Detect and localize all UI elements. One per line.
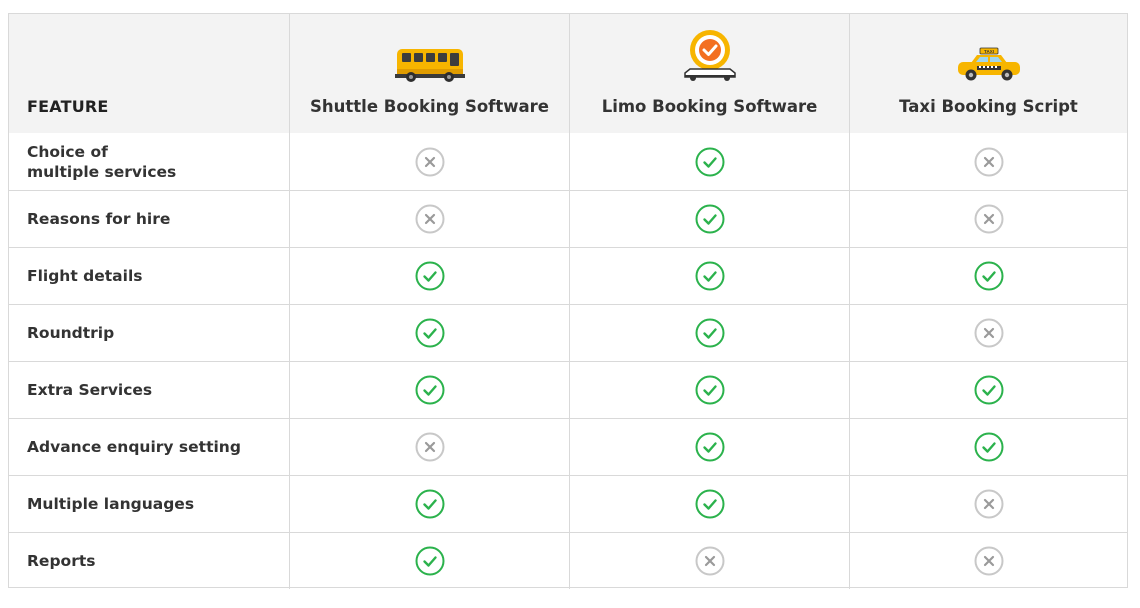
check-icon — [415, 318, 445, 348]
support-cell-shuttle — [289, 362, 569, 418]
table-row: Reports — [9, 532, 1127, 589]
support-cell-shuttle — [289, 248, 569, 304]
feature-name-cell: Reports — [9, 533, 289, 589]
table-row: Flight details — [9, 247, 1127, 304]
feature-name-cell: Roundtrip — [9, 305, 289, 361]
check-icon — [415, 489, 445, 519]
cross-icon — [415, 204, 445, 234]
support-cell-taxi — [849, 362, 1127, 418]
feature-name: Advance enquiry setting — [27, 438, 241, 456]
feature-name-cell: Advance enquiry setting — [9, 419, 289, 475]
product-title-taxi: Taxi Booking Script — [899, 97, 1078, 116]
check-icon — [695, 432, 725, 462]
cross-icon — [974, 546, 1004, 576]
cross-icon — [974, 489, 1004, 519]
feature-name: Extra Services — [27, 381, 153, 399]
table-row: Roundtrip — [9, 304, 1127, 361]
table-body: Choice of multiple services Reasons for h… — [9, 133, 1127, 589]
check-icon — [695, 318, 725, 348]
feature-name: Reports — [27, 552, 96, 570]
cross-icon — [415, 147, 445, 177]
product-title-shuttle: Shuttle Booking Software — [310, 97, 549, 116]
feature-name: Choice of multiple services — [27, 142, 177, 181]
support-cell-limo — [569, 133, 849, 190]
support-cell-shuttle — [289, 533, 569, 589]
table-header-row: FEATURE Shuttle Booking Software Limo Bo… — [9, 14, 1127, 133]
check-icon — [695, 489, 725, 519]
support-cell-limo — [569, 419, 849, 475]
feature-header-label: FEATURE — [27, 97, 109, 116]
feature-name: Multiple languages — [27, 495, 195, 513]
support-cell-shuttle — [289, 419, 569, 475]
table-row: Advance enquiry setting — [9, 418, 1127, 475]
support-cell-limo — [569, 362, 849, 418]
check-icon — [695, 147, 725, 177]
support-cell-shuttle — [289, 191, 569, 247]
check-icon — [974, 261, 1004, 291]
support-cell-taxi — [849, 419, 1127, 475]
comparison-table: FEATURE Shuttle Booking Software Limo Bo… — [8, 13, 1128, 589]
cross-icon — [974, 318, 1004, 348]
check-icon — [695, 204, 725, 234]
cross-icon — [974, 204, 1004, 234]
feature-column-header: FEATURE — [9, 14, 289, 133]
support-cell-shuttle — [289, 476, 569, 532]
support-cell-limo — [569, 305, 849, 361]
feature-name-cell: Choice of multiple services — [9, 133, 289, 190]
check-icon — [695, 261, 725, 291]
support-cell-limo — [569, 248, 849, 304]
support-cell-taxi — [849, 191, 1127, 247]
table-row: Reasons for hire — [9, 190, 1127, 247]
check-icon — [415, 261, 445, 291]
feature-name: Flight details — [27, 267, 143, 285]
shuttle-bus-icon — [394, 27, 465, 83]
cross-icon — [415, 432, 445, 462]
table-row: Multiple languages — [9, 475, 1127, 532]
check-icon — [974, 432, 1004, 462]
support-cell-shuttle — [289, 305, 569, 361]
check-icon — [974, 375, 1004, 405]
support-cell-shuttle — [289, 133, 569, 190]
support-cell-limo — [569, 476, 849, 532]
feature-name-cell: Extra Services — [9, 362, 289, 418]
product-column-header-taxi: TAXI Taxi Booking Script — [849, 14, 1127, 133]
feature-name-cell: Flight details — [9, 248, 289, 304]
table-row: Choice of multiple services — [9, 133, 1127, 190]
svg-text:TAXI: TAXI — [984, 49, 994, 54]
support-cell-taxi — [849, 248, 1127, 304]
support-cell-limo — [569, 533, 849, 589]
feature-name: Reasons for hire — [27, 210, 171, 228]
limo-check-icon — [681, 27, 739, 83]
support-cell-taxi — [849, 133, 1127, 190]
support-cell-limo — [569, 191, 849, 247]
feature-name: Roundtrip — [27, 324, 115, 342]
product-title-limo: Limo Booking Software — [601, 97, 818, 116]
check-icon — [415, 546, 445, 576]
table-row: Extra Services — [9, 361, 1127, 418]
check-icon — [695, 375, 725, 405]
product-column-header-shuttle: Shuttle Booking Software — [289, 14, 569, 133]
taxi-icon: TAXI — [955, 27, 1023, 83]
support-cell-taxi — [849, 476, 1127, 532]
cross-icon — [695, 546, 725, 576]
product-column-header-limo: Limo Booking Software — [569, 14, 849, 133]
support-cell-taxi — [849, 533, 1127, 589]
check-icon — [415, 375, 445, 405]
support-cell-taxi — [849, 305, 1127, 361]
feature-name-cell: Reasons for hire — [9, 191, 289, 247]
cross-icon — [974, 147, 1004, 177]
feature-name-cell: Multiple languages — [9, 476, 289, 532]
